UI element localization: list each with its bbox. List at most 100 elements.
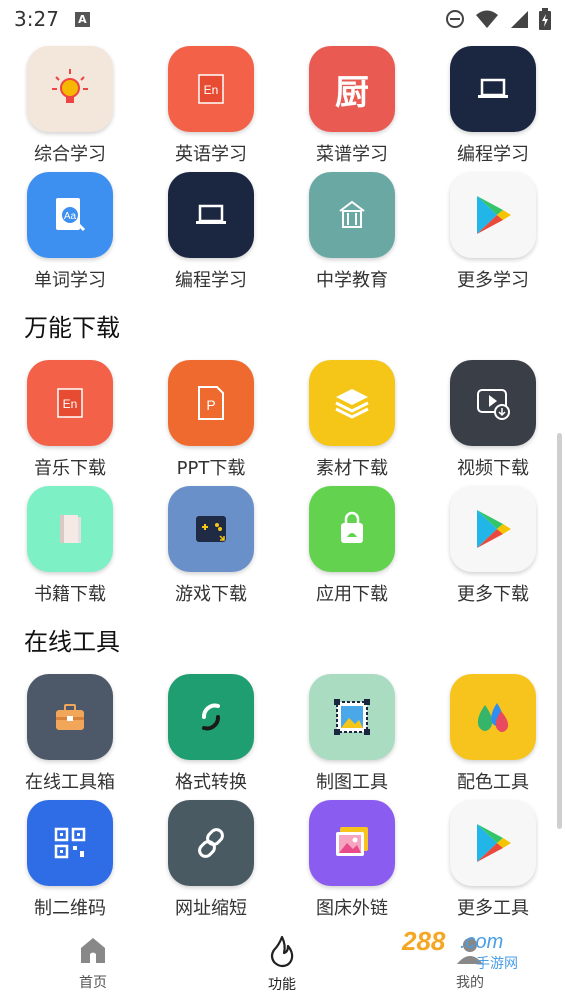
nav-label-features: 功能 bbox=[268, 977, 296, 993]
nav-label-profile: 我的 bbox=[456, 975, 484, 991]
status-time: 3:27 bbox=[14, 7, 59, 31]
qr-code-icon bbox=[54, 827, 86, 859]
tile-label: 格式转换 bbox=[175, 772, 247, 793]
laptop-icon bbox=[196, 204, 226, 224]
gallery-icon bbox=[336, 827, 368, 856]
battery-icon bbox=[539, 8, 551, 30]
gamepad-icon bbox=[196, 516, 226, 542]
tile-label: 应用下载 bbox=[316, 584, 388, 605]
tile-label: 书籍下载 bbox=[34, 584, 106, 605]
laptop-icon bbox=[478, 78, 508, 98]
tile-label: 综合学习 bbox=[34, 144, 106, 165]
tile-label: 游戏下载 bbox=[175, 584, 247, 605]
tile-菜谱学习[interactable]: 厨 菜谱学习 bbox=[292, 46, 412, 172]
tile-label: 配色工具 bbox=[457, 772, 529, 793]
nav-home[interactable]: 首页 bbox=[33, 934, 153, 1004]
tile-视频下载[interactable]: 视频下载 bbox=[433, 360, 553, 486]
notification-icon: A bbox=[74, 11, 90, 27]
kitchen-char-icon: 厨 bbox=[335, 72, 369, 113]
section-title-download: 万能下载 bbox=[24, 314, 120, 342]
home-icon bbox=[81, 938, 105, 963]
convert-icon bbox=[202, 703, 220, 731]
tile-英语学习[interactable]: En 英语学习 bbox=[151, 46, 271, 172]
tile-书籍下载[interactable]: 书籍下载 bbox=[10, 486, 130, 612]
tile-更多学习[interactable]: 更多学习 bbox=[433, 172, 553, 298]
svg-text:Aa: Aa bbox=[64, 211, 77, 222]
color-drops-icon bbox=[477, 703, 509, 732]
flame-icon bbox=[270, 935, 294, 968]
section-title-tools: 在线工具 bbox=[24, 628, 120, 656]
tile-编程学习[interactable]: 编程学习 bbox=[433, 46, 553, 172]
tile-游戏下载[interactable]: 游戏下载 bbox=[151, 486, 271, 612]
tile-label: 菜谱学习 bbox=[316, 144, 388, 165]
tile-网址缩短[interactable]: 网址缩短 bbox=[151, 800, 271, 926]
video-download-icon bbox=[477, 389, 510, 420]
tile-素材下载[interactable]: 素材下载 bbox=[292, 360, 412, 486]
toolbox-icon bbox=[56, 704, 84, 730]
tile-label: 更多下载 bbox=[457, 584, 529, 605]
signal-icon bbox=[511, 11, 528, 28]
tile-label: 制图工具 bbox=[316, 772, 388, 793]
svg-text:P: P bbox=[206, 397, 215, 413]
nav-features[interactable]: 功能 bbox=[222, 934, 342, 1004]
svg-text:En: En bbox=[63, 397, 78, 411]
tile-label: 编程学习 bbox=[457, 144, 529, 165]
en-book-icon: En bbox=[57, 388, 83, 418]
dictionary-search-icon: Aa bbox=[56, 198, 86, 232]
shopping-bag-icon bbox=[341, 511, 363, 543]
tile-label: 在线工具箱 bbox=[25, 772, 115, 793]
tile-label: 视频下载 bbox=[457, 458, 529, 479]
svg-text:.com: .com bbox=[460, 931, 503, 953]
svg-text:288: 288 bbox=[401, 926, 446, 956]
image-frame-icon bbox=[334, 699, 370, 735]
tile-格式转换[interactable]: 格式转换 bbox=[151, 674, 271, 800]
tile-label: 英语学习 bbox=[175, 144, 247, 165]
play-store-icon bbox=[477, 824, 511, 862]
tile-编程学习[interactable]: 编程学习 bbox=[151, 172, 271, 298]
tile-配色工具[interactable]: 配色工具 bbox=[433, 674, 553, 800]
tile-应用下载[interactable]: 应用下载 bbox=[292, 486, 412, 612]
nav-label-home: 首页 bbox=[79, 975, 107, 991]
learning-row-1: 综合学习 En 英语学习 厨 菜谱学习 编程学习 bbox=[0, 46, 565, 172]
tile-label: 单词学习 bbox=[34, 270, 106, 291]
download-row-2: 书籍下载 游戏下载 应用下载 更多下载 bbox=[0, 486, 565, 612]
school-building-icon bbox=[339, 200, 365, 228]
download-row-1: En 音乐下载 P PPT下载 素材下载 视频下载 bbox=[0, 360, 565, 486]
tile-中学教育[interactable]: 中学教育 bbox=[292, 172, 412, 298]
status-bar: 3:27 A bbox=[0, 0, 565, 38]
tile-制图工具[interactable]: 制图工具 bbox=[292, 674, 412, 800]
tile-更多下载[interactable]: 更多下载 bbox=[433, 486, 553, 612]
feature-list[interactable]: 综合学习 En 英语学习 厨 菜谱学习 编程学习 Aa 单词学习 编程学习 中学… bbox=[0, 38, 565, 928]
tile-单词学习[interactable]: Aa 单词学习 bbox=[10, 172, 130, 298]
scrollbar[interactable] bbox=[557, 433, 562, 829]
tools-row-2: 制二维码 网址缩短 图床外链 更多工具 bbox=[0, 800, 565, 926]
tile-制二维码[interactable]: 制二维码 bbox=[10, 800, 130, 926]
book-icon bbox=[60, 515, 81, 543]
tile-label: 更多工具 bbox=[457, 898, 529, 919]
tile-label: 编程学习 bbox=[175, 270, 247, 291]
wifi-icon bbox=[476, 10, 498, 28]
svg-text:En: En bbox=[204, 83, 219, 97]
tools-row-1: 在线工具箱 格式转换 制图工具 配色工具 bbox=[0, 674, 565, 800]
tile-label: PPT下载 bbox=[176, 458, 246, 479]
tile-音乐下载[interactable]: En 音乐下载 bbox=[10, 360, 130, 486]
play-store-icon bbox=[477, 196, 511, 234]
tile-label: 网址缩短 bbox=[175, 898, 247, 919]
watermark-logo: 288 .com 手游网 bbox=[398, 922, 548, 972]
ppt-file-icon: P bbox=[198, 386, 224, 420]
learning-row-2: Aa 单词学习 编程学习 中学教育 更多学习 bbox=[0, 172, 565, 298]
tile-PPT下载[interactable]: P PPT下载 bbox=[151, 360, 271, 486]
tile-图床外链[interactable]: 图床外链 bbox=[292, 800, 412, 926]
tile-更多工具[interactable]: 更多工具 bbox=[433, 800, 553, 926]
tile-label: 素材下载 bbox=[316, 458, 388, 479]
tile-label: 音乐下载 bbox=[34, 458, 106, 479]
svg-text:手游网: 手游网 bbox=[476, 956, 518, 972]
en-book-icon: En bbox=[198, 74, 224, 104]
tile-综合学习[interactable]: 综合学习 bbox=[10, 46, 130, 172]
status-icons bbox=[445, 8, 551, 30]
tile-label: 制二维码 bbox=[34, 898, 106, 919]
tile-label: 图床外链 bbox=[316, 898, 388, 919]
layers-icon bbox=[335, 389, 369, 419]
dnd-icon bbox=[446, 10, 464, 28]
tile-在线工具箱[interactable]: 在线工具箱 bbox=[10, 674, 130, 800]
